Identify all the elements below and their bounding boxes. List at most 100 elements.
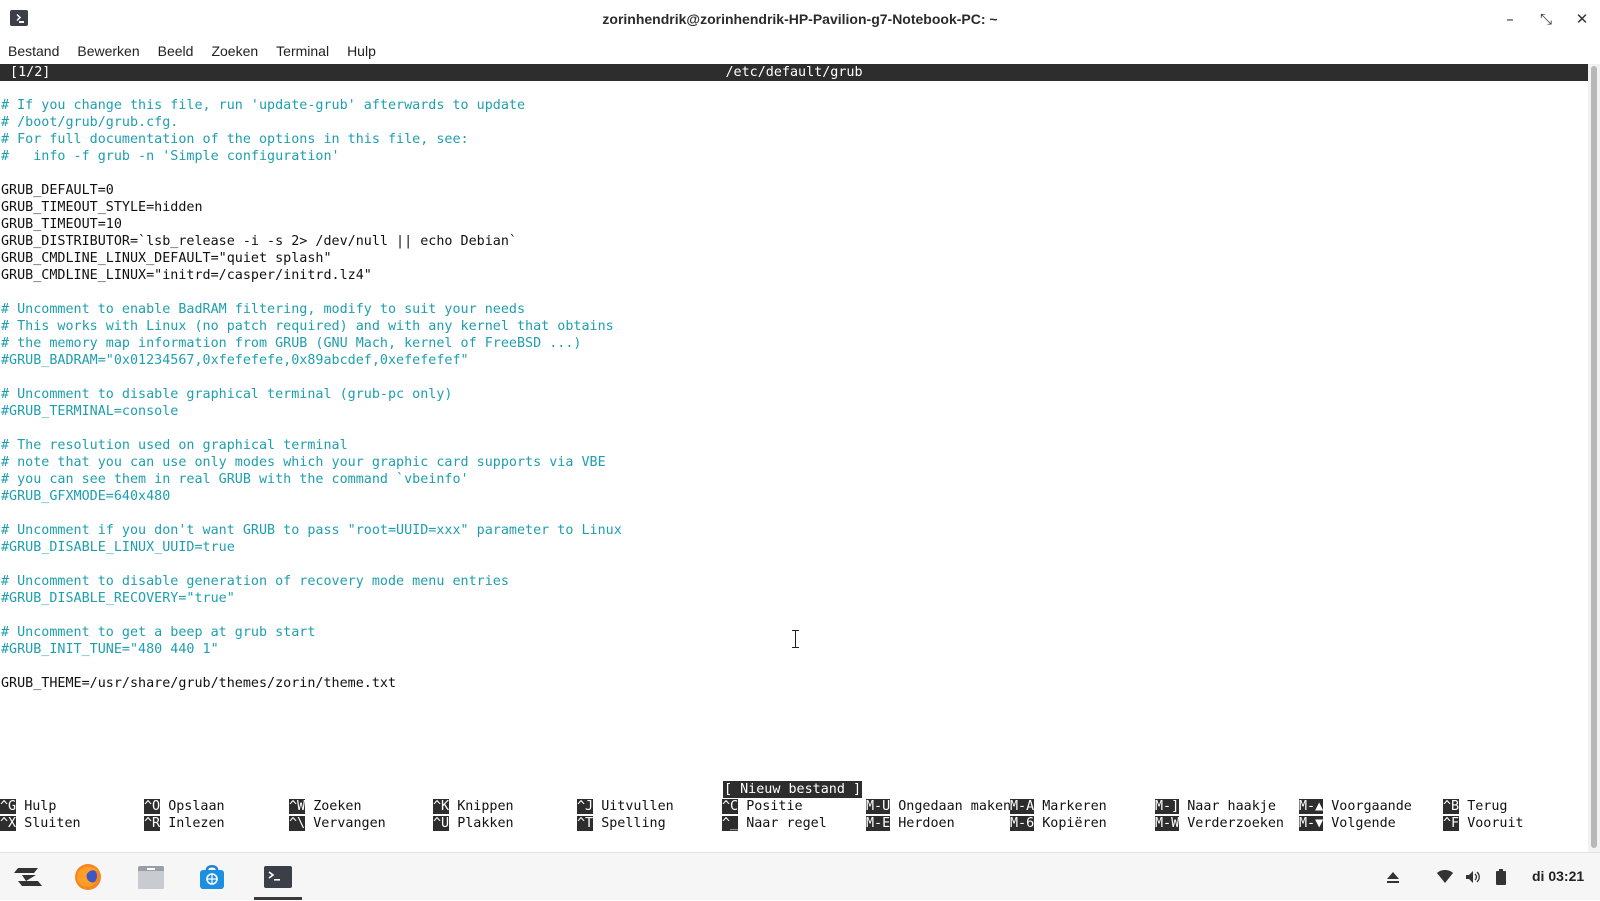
shortcut-key: M-▼ (1299, 816, 1324, 831)
menu-bar: Bestand Bewerken Beeld Zoeken Terminal H… (0, 38, 1600, 64)
shortcut-label: Sluiten (24, 816, 81, 831)
shortcut-label: Naar regel (746, 816, 827, 831)
shortcut-key: M-E (866, 816, 891, 831)
shortcut-label: Herdoen (898, 816, 955, 831)
file-name: /etc/default/grub (725, 65, 863, 80)
shortcut-label: Terug (1467, 799, 1508, 814)
shortcut-key: ^F (1443, 816, 1460, 831)
shortcut-label: Verderzoeken (1187, 816, 1284, 831)
shortcut-key: ^K (433, 799, 450, 814)
shortcut-key: ^O (144, 799, 161, 814)
shortcut-herdoen: M-E Herdoen (866, 815, 955, 832)
terminal-area[interactable]: [1/2] /etc/default/grub # If you change … (0, 64, 1588, 852)
comment-line: # Uncomment to disable graphical termina… (1, 387, 453, 402)
shortcut-label: Naar haakje (1187, 799, 1276, 814)
minimize-button[interactable]: – (1492, 0, 1528, 38)
comment-line: #GRUB_TERMINAL=console (1, 404, 179, 419)
volume-icon[interactable] (1460, 864, 1486, 890)
comment-line: #GRUB_BADRAM="0x01234567,0xfefefefe,0x89… (1, 353, 469, 368)
config-line: GRUB_DISTRIBUTOR=`lsb_release -i -s 2> /… (1, 234, 517, 249)
shortcut-label: Vooruit (1467, 816, 1524, 831)
shortcut-key: ^C (722, 799, 739, 814)
menu-hulp[interactable]: Hulp (347, 43, 376, 59)
menu-terminal[interactable]: Terminal (276, 43, 329, 59)
config-line: GRUB_CMDLINE_LINUX_DEFAULT="quiet splash… (1, 251, 332, 266)
shortcut-vooruit: ^F Vooruit (1443, 815, 1524, 832)
shortcut-label: Ongedaan maken (898, 799, 1012, 814)
shortcut-naar-regel: ^_ Naar regel (722, 815, 827, 832)
taskbar: di 03:21 (0, 852, 1600, 900)
config-line (1, 420, 1581, 437)
window-title: zorinhendrik@zorinhendrik-HP-Pavilion-g7… (602, 11, 998, 27)
eject-icon[interactable] (1380, 864, 1406, 890)
shortcut-label: Markeren (1042, 799, 1107, 814)
config-line: GRUB_THEME=/usr/share/grub/themes/zorin/… (1, 676, 397, 691)
battery-icon[interactable] (1488, 864, 1514, 890)
comment-line: #GRUB_DISABLE_RECOVERY="true" (1, 591, 235, 606)
zorin-menu-icon[interactable] (10, 859, 46, 895)
firefox-icon[interactable] (70, 859, 106, 895)
shortcut-key: ^U (433, 816, 450, 831)
shortcut-spelling: ^T Spelling (577, 815, 666, 832)
window-controls: – ⤡ ✕ (1492, 0, 1600, 38)
menu-bewerken[interactable]: Bewerken (77, 43, 139, 59)
files-icon[interactable] (133, 859, 169, 895)
terminal-icon[interactable] (260, 859, 296, 895)
comment-line: # Uncomment to enable BadRAM filtering, … (1, 302, 526, 317)
shortcut-key: ^G (0, 799, 17, 814)
comment-line: # Uncomment to disable generation of rec… (1, 574, 509, 589)
comment-line: # Uncomment if you don't want GRUB to pa… (1, 523, 622, 538)
shortcut-key: ^W (289, 799, 306, 814)
window-titlebar: zorinhendrik@zorinhendrik-HP-Pavilion-g7… (0, 0, 1600, 38)
shortcut-uitvullen: ^J Uitvullen (577, 798, 674, 815)
comment-line: # /boot/grub/grub.cfg. (1, 115, 179, 130)
shortcut-label: Voorgaande (1331, 799, 1412, 814)
close-button[interactable]: ✕ (1564, 0, 1600, 38)
shortcut-hulp: ^G Hulp (0, 798, 56, 815)
menu-bestand[interactable]: Bestand (8, 43, 59, 59)
config-line: GRUB_TIMEOUT=10 (1, 217, 122, 232)
config-line (1, 556, 1581, 573)
comment-line: # info -f grub -n 'Simple configuration' (1, 149, 340, 164)
shortcut-key: ^\ (289, 816, 306, 831)
text-cursor-icon (791, 630, 800, 648)
wifi-icon[interactable] (1432, 864, 1458, 890)
config-line (1, 165, 1581, 182)
shortcut-key: ^X (0, 816, 17, 831)
shortcut-kopi-ren: M-6 Kopiëren (1010, 815, 1107, 832)
status-message: [ Nieuw bestand ] (723, 781, 863, 798)
clock[interactable]: di 03:21 (1532, 868, 1584, 884)
shortcut-label: Opslaan (168, 799, 225, 814)
shortcut-volgende: M-▼ Volgende (1299, 815, 1396, 832)
shortcut-markeren: M-A Markeren (1010, 798, 1107, 815)
shortcut-label: Uitvullen (601, 799, 674, 814)
config-line (1, 284, 1581, 301)
shortcut-key: ^B (1443, 799, 1460, 814)
shortcut-label: Zoeken (313, 799, 362, 814)
menu-beeld[interactable]: Beeld (158, 43, 194, 59)
shortcut-vervangen: ^\ Vervangen (289, 815, 386, 832)
scrollbar-thumb[interactable] (1591, 66, 1597, 848)
shortcut-label: Plakken (457, 816, 514, 831)
shortcut-label: Kopiëren (1042, 816, 1107, 831)
shortcut-bar: ^G Hulp ^X Sluiten ^O Opslaan ^R Inlezen ^W … (0, 798, 1588, 832)
shortcut-key: ^_ (722, 816, 739, 831)
config-line (1, 607, 1581, 624)
shortcut-key: M-▲ (1299, 799, 1324, 814)
maximize-button[interactable]: ⤡ (1528, 0, 1564, 38)
shortcut-key: M-W (1155, 816, 1180, 831)
scrollbar[interactable] (1588, 64, 1600, 852)
software-store-icon[interactable] (194, 859, 230, 895)
shortcut-knippen: ^K Knippen (433, 798, 514, 815)
shortcut-key: ^R (144, 816, 161, 831)
config-line (1, 658, 1581, 675)
shortcut-key: M-] (1155, 799, 1180, 814)
shortcut-terug: ^B Terug (1443, 798, 1508, 815)
nano-header: [1/2] /etc/default/grub (0, 64, 1588, 81)
comment-line: # the memory map information from GRUB (… (1, 336, 582, 351)
system-tray (1380, 853, 1516, 901)
file-content[interactable]: # If you change this file, run 'update-g… (1, 97, 1581, 692)
shortcut-key: M-A (1010, 799, 1035, 814)
shortcut-key: M-U (866, 799, 891, 814)
menu-zoeken[interactable]: Zoeken (211, 43, 258, 59)
